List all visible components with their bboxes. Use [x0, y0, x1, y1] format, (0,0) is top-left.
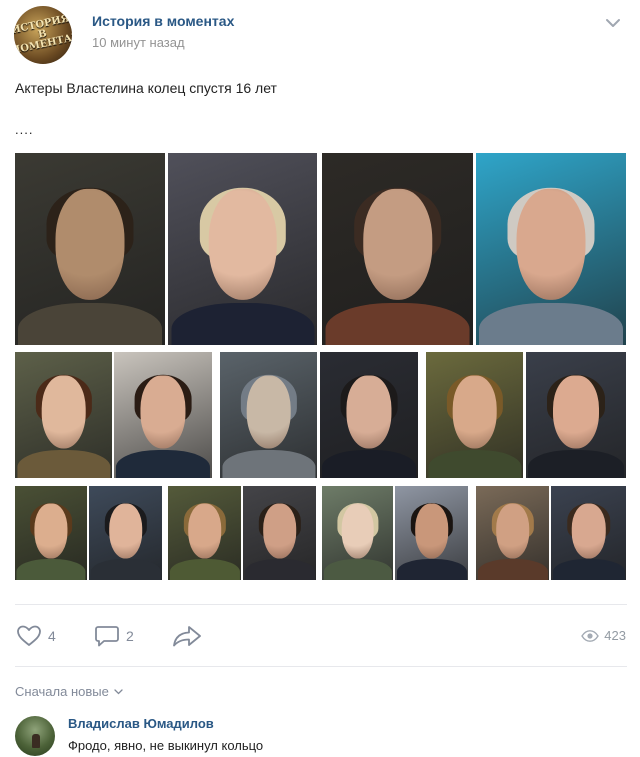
- photo-face: [452, 375, 497, 449]
- heart-icon: [17, 625, 41, 646]
- photo-shoulders: [18, 302, 162, 345]
- photo-boromir-film[interactable]: [476, 486, 549, 580]
- photo-sam-film[interactable]: [426, 352, 523, 478]
- photo-shoulders: [321, 450, 417, 478]
- photo-shoulders: [479, 302, 623, 345]
- post-header: ИСТОРИЯ В МОМЕНТАХ История в моментах 10 …: [0, 0, 640, 70]
- post-time[interactable]: 10 минут назад: [92, 35, 185, 50]
- chevron-down-icon: [114, 688, 123, 694]
- photo-shoulders: [90, 559, 161, 580]
- photo-shoulders: [477, 559, 548, 580]
- photo-shoulders: [323, 559, 392, 580]
- views-count: 423: [604, 628, 626, 643]
- photo-orlando-bloom-now[interactable]: [395, 486, 468, 580]
- photo-face: [140, 375, 186, 449]
- share-button[interactable]: [172, 624, 202, 648]
- avatar-figure: [32, 734, 40, 748]
- photo-sean-bean-now[interactable]: [551, 486, 626, 580]
- photo-face: [246, 375, 291, 449]
- photo-viggo-mortensen-now[interactable]: [168, 153, 317, 345]
- photo-merry-film[interactable]: [168, 486, 241, 580]
- comment-text: Фродо, явно, не выкинул кольцо: [68, 738, 264, 753]
- photo-shoulders: [244, 559, 315, 580]
- chevron-down-icon[interactable]: [604, 14, 622, 32]
- post-text-ellipsis: ....: [15, 122, 34, 137]
- photo-shoulders: [221, 450, 316, 478]
- comment-author-link[interactable]: Владислав Юмадилов: [68, 716, 214, 731]
- photo-legolas-film[interactable]: [322, 486, 393, 580]
- photo-face: [34, 503, 68, 559]
- photo-face: [346, 375, 392, 449]
- photo-shoulders: [16, 450, 111, 478]
- photo-shoulders: [170, 302, 315, 345]
- photo-dominic-monaghan-now[interactable]: [243, 486, 316, 580]
- actions-divider-top: [15, 604, 627, 605]
- photo-billy-boyd-now[interactable]: [89, 486, 162, 580]
- comments-divider: [15, 666, 627, 667]
- photo-face: [571, 503, 606, 559]
- share-arrow-icon: [173, 626, 201, 647]
- photo-shoulders: [16, 559, 86, 580]
- comment-author-avatar[interactable]: [15, 716, 55, 756]
- photo-shoulders: [325, 302, 470, 345]
- photo-face: [108, 503, 143, 559]
- photo-shoulders: [169, 559, 240, 580]
- sort-label: Сначала новые: [15, 684, 109, 699]
- like-count: 4: [48, 628, 56, 644]
- photo-frodo-film[interactable]: [15, 352, 112, 478]
- comments-sort-dropdown[interactable]: Сначала новые: [15, 684, 123, 699]
- photo-face: [553, 375, 599, 449]
- photo-elijah-wood-now[interactable]: [114, 352, 212, 478]
- photo-gandalf-film[interactable]: [220, 352, 317, 478]
- eye-icon: [581, 629, 600, 642]
- comment-count: 2: [126, 628, 134, 644]
- photo-face: [55, 188, 125, 301]
- photo-elrond-film[interactable]: [322, 153, 473, 345]
- photo-face: [362, 188, 433, 301]
- photo-face: [414, 503, 449, 559]
- views-counter: 423: [581, 628, 626, 643]
- group-name-link[interactable]: История в моментах: [92, 13, 234, 29]
- photo-shoulders: [427, 450, 522, 478]
- photo-pippin-film[interactable]: [15, 486, 87, 580]
- photo-face: [495, 503, 530, 559]
- photo-face: [262, 503, 297, 559]
- photo-ian-mckellen-now[interactable]: [320, 352, 418, 478]
- comment-bubble-icon: [95, 626, 119, 647]
- photo-hugo-weaving-now[interactable]: [476, 153, 626, 345]
- photo-aragorn-film[interactable]: [15, 153, 165, 345]
- group-avatar[interactable]: ИСТОРИЯ В МОМЕНТАХ: [14, 6, 72, 64]
- photo-shoulders: [528, 450, 624, 478]
- comment-button[interactable]: 2: [94, 624, 134, 648]
- like-button[interactable]: 4: [16, 624, 56, 648]
- avatar-logo-text: ИСТОРИЯ В МОМЕНТАХ: [14, 13, 72, 58]
- photo-face: [187, 503, 222, 559]
- post-text: Актеры Властелина колец спустя 16 лет: [15, 80, 277, 96]
- photo-face: [208, 188, 277, 301]
- photo-shoulders: [552, 559, 625, 580]
- photo-sean-astin-now[interactable]: [526, 352, 626, 478]
- photo-shoulders: [396, 559, 467, 580]
- photo-face: [41, 375, 86, 449]
- photo-face: [341, 503, 374, 559]
- photo-shoulders: [115, 450, 211, 478]
- photo-face: [516, 188, 586, 301]
